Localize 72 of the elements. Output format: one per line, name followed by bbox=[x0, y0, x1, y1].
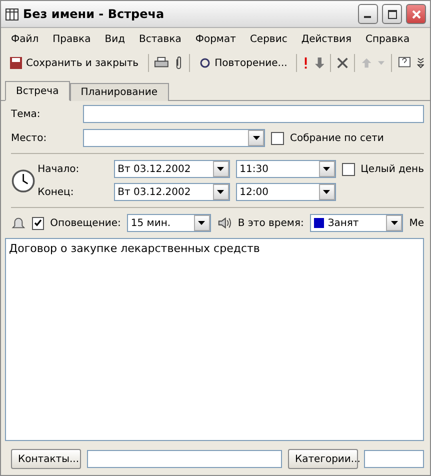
location-label: Место: bbox=[11, 132, 48, 144]
dropdown-button[interactable] bbox=[318, 184, 335, 200]
dropdown-arrow-icon bbox=[198, 221, 206, 225]
printer-icon[interactable] bbox=[154, 56, 170, 70]
close-button[interactable] bbox=[406, 4, 426, 24]
dropdown-arrow-icon bbox=[390, 221, 398, 225]
close-icon bbox=[412, 10, 420, 18]
subject-label: Тема: bbox=[11, 108, 42, 120]
menu-item[interactable]: Сервис bbox=[250, 34, 288, 44]
save-icon bbox=[10, 57, 22, 69]
time-label: Конец: bbox=[38, 186, 75, 198]
dropdown-arrow-icon bbox=[217, 167, 224, 171]
speaker-icon[interactable] bbox=[216, 215, 232, 231]
clock-icon bbox=[11, 166, 36, 194]
down-arrow-icon[interactable] bbox=[314, 56, 324, 70]
overflow-chevron-icon[interactable] bbox=[416, 57, 424, 69]
categories-field[interactable] bbox=[364, 450, 424, 468]
location-field[interactable] bbox=[83, 129, 265, 147]
notes-field[interactable]: Договор о закупке лекарственных средств bbox=[5, 238, 424, 441]
reminder-field[interactable]: 15 мин. bbox=[126, 214, 211, 232]
checkbox-label: Целый день bbox=[360, 164, 424, 174]
date-field[interactable]: Вт 03.12.2002 bbox=[114, 160, 230, 178]
exclamation-icon[interactable] bbox=[303, 56, 309, 70]
menu-item[interactable]: Вставка bbox=[138, 34, 182, 44]
help-icon[interactable] bbox=[398, 56, 411, 70]
dropdown-button[interactable] bbox=[212, 161, 229, 177]
menu-item[interactable]: Действия bbox=[301, 34, 352, 44]
checkbox[interactable] bbox=[271, 132, 284, 144]
bell-icon bbox=[11, 215, 26, 231]
tab[interactable]: Встреча bbox=[5, 81, 70, 101]
categories-button[interactable]: Категории... bbox=[288, 449, 358, 469]
menu-item[interactable]: Формат bbox=[195, 34, 236, 44]
menu-item[interactable]: Вид bbox=[104, 34, 125, 44]
status-text: Занят bbox=[328, 218, 359, 228]
dropdown-button[interactable] bbox=[212, 184, 229, 200]
dropdown-arrow-icon bbox=[217, 190, 224, 194]
cut-label: Ме bbox=[409, 218, 424, 228]
dropdown-arrow-icon bbox=[252, 136, 260, 140]
dropdown-button[interactable] bbox=[318, 161, 335, 177]
dropdown-button[interactable] bbox=[194, 215, 210, 231]
contacts-button[interactable]: Контакты... bbox=[11, 449, 81, 469]
dropdown-button[interactable] bbox=[386, 215, 402, 231]
notes-text: Договор о закупке лекарственных средств bbox=[9, 242, 260, 255]
tab[interactable]: Планирование bbox=[70, 83, 168, 101]
recurrence-button[interactable]: Повторение... bbox=[196, 55, 290, 71]
save-and-close-button[interactable]: Сохранить и закрыть bbox=[7, 55, 142, 71]
contacts-field[interactable] bbox=[87, 450, 282, 468]
dropdown-button[interactable] bbox=[248, 130, 264, 146]
date-field[interactable]: Вт 03.12.2002 bbox=[114, 183, 230, 201]
maximize-button[interactable] bbox=[382, 4, 402, 24]
delete-icon[interactable] bbox=[337, 57, 348, 69]
calendar-icon bbox=[5, 7, 19, 21]
checkbox[interactable] bbox=[32, 216, 44, 230]
checkbox-label: Собрание по сети bbox=[290, 132, 384, 144]
paperclip-icon[interactable] bbox=[175, 56, 183, 70]
checkbox-label: Оповещение: bbox=[50, 218, 121, 228]
dropdown-arrow-icon bbox=[323, 190, 330, 194]
maximize-icon bbox=[388, 10, 396, 18]
show-as-field[interactable]: Занят bbox=[310, 214, 404, 232]
time-label: Начало: bbox=[38, 164, 80, 174]
window-title: Без имени - Встреча bbox=[23, 7, 166, 21]
time-field[interactable]: 11:30 bbox=[236, 160, 336, 178]
subject-field[interactable] bbox=[83, 105, 424, 123]
menu-item[interactable]: Правка bbox=[52, 34, 91, 44]
recurrence-icon bbox=[198, 57, 211, 69]
menu-item[interactable]: Справка bbox=[366, 34, 410, 44]
menu-item[interactable]: Файл bbox=[11, 34, 39, 44]
dropdown-arrow-icon bbox=[323, 167, 330, 171]
show-as-label: В это время: bbox=[238, 218, 304, 228]
checkbox[interactable] bbox=[342, 162, 355, 176]
time-field[interactable]: 12:00 bbox=[236, 183, 336, 201]
minimize-button[interactable] bbox=[358, 4, 378, 24]
